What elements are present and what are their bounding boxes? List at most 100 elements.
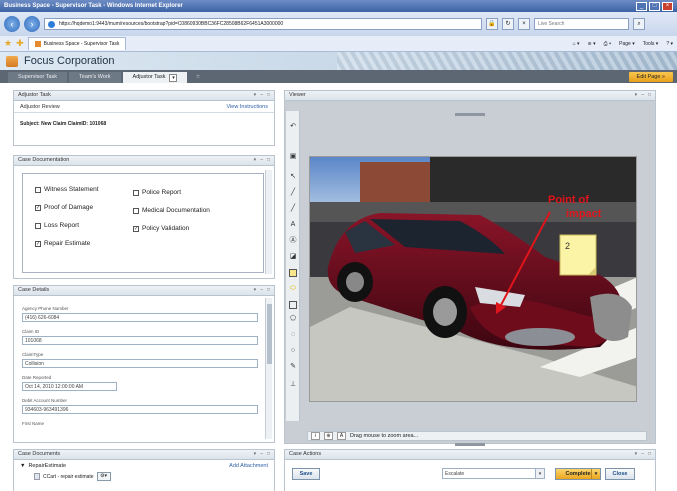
widget-minimize-icon[interactable]: – [260, 450, 263, 459]
escalate-select[interactable]: Escalate ▾ [442, 468, 545, 479]
checkbox[interactable] [133, 207, 139, 214]
tab-teams-work[interactable]: Team's Work [69, 72, 121, 83]
chevron-down-icon[interactable]: ▾ [535, 469, 544, 478]
browser-tab[interactable]: Business Space - Supervisor Task [27, 37, 127, 50]
close-button[interactable]: Close [605, 468, 635, 480]
checkbox-loss-report[interactable]: Loss Report [35, 222, 79, 229]
search-icon[interactable]: ⌕ [633, 18, 645, 30]
checkbox[interactable] [133, 189, 139, 196]
complete-menu-icon[interactable]: ▾ [591, 469, 600, 479]
widget-maximize-icon[interactable]: □ [267, 91, 270, 100]
checkbox[interactable]: ✓ [35, 204, 41, 211]
tab-supervisor-task[interactable]: Supervisor Task [8, 72, 68, 83]
rectangle-icon[interactable] [289, 301, 297, 309]
highlighter-icon[interactable]: ╱ [289, 205, 297, 213]
bottom-splitter[interactable] [455, 443, 485, 446]
sticky-note-icon[interactable]: ◪ [289, 253, 297, 261]
scrollbar[interactable] [265, 298, 272, 439]
feeds-icon[interactable]: ≋ ▾ [588, 41, 596, 47]
document-name[interactable]: CCart - repair estimate [43, 474, 94, 480]
highlight-rect-icon[interactable] [289, 269, 297, 277]
print-icon[interactable]: ⎙ ▾ [604, 41, 612, 47]
help-icon[interactable]: ? ▾ [666, 41, 673, 47]
highlight-ellipse-icon[interactable]: ⬭ [289, 285, 297, 293]
back-icon[interactable]: ‹ [4, 16, 20, 32]
document-options-icon[interactable]: ⚙▾ [96, 472, 111, 481]
forward-icon[interactable]: › [24, 16, 40, 32]
widget-minimize-icon[interactable]: – [260, 286, 263, 295]
text-box-icon[interactable]: Ⓐ [289, 237, 297, 245]
page-menu[interactable]: Page ▾ [619, 41, 635, 47]
view-instructions-link[interactable]: View Instructions [227, 104, 268, 110]
widget-minimize-icon[interactable]: – [260, 91, 263, 100]
widget-maximize-icon[interactable]: □ [267, 156, 270, 165]
scrollbar[interactable] [265, 170, 272, 274]
checkbox[interactable] [35, 186, 41, 193]
checkbox[interactable] [35, 222, 41, 229]
live-search-input[interactable]: Live Search [534, 18, 629, 30]
widget-menu-icon[interactable]: ▾ [635, 450, 638, 459]
stop-icon[interactable]: × [518, 18, 530, 30]
text-icon[interactable]: A [337, 432, 346, 440]
save-annotation-icon[interactable]: ▣ [289, 153, 297, 161]
complete-button[interactable]: Complete ▾ [555, 468, 601, 480]
pen-icon[interactable]: ╱ [289, 189, 297, 197]
close-window-icon[interactable]: × [662, 1, 673, 11]
tools-menu[interactable]: Tools ▾ [643, 41, 659, 47]
tab-menu-icon[interactable]: ▾ [169, 73, 178, 82]
widget-menu-icon[interactable]: ▾ [254, 286, 257, 295]
tab-adjustor-task[interactable]: Adjustor Task ▾ [122, 72, 188, 83]
minimize-icon[interactable]: _ [636, 1, 647, 11]
home-icon[interactable]: ⌂ ▾ [573, 41, 580, 47]
expand-icon[interactable]: ▼ [20, 463, 25, 469]
scrollbar-thumb[interactable] [267, 304, 272, 364]
lock-icon[interactable]: 🔒 [486, 18, 498, 30]
info-icon[interactable]: i [311, 432, 320, 440]
claim-type-input[interactable]: Collision [22, 359, 258, 368]
viewer-canvas[interactable]: ↶ ▣ ↖ ╱ ╱ A Ⓐ ◪ ⬭ ⬠ ◌ ○ ✎ ⊥ Point of imp… [285, 101, 655, 446]
save-button[interactable]: Save [292, 468, 320, 480]
add-favorites-icon[interactable]: ✚ [16, 38, 24, 49]
add-attachment-link[interactable]: Add Attachment [229, 463, 268, 469]
widget-minimize-icon[interactable]: – [260, 156, 263, 165]
refresh-icon[interactable]: ↻ [502, 18, 514, 30]
debit-account-input[interactable]: 934603-963491396 [22, 405, 258, 414]
freehand-icon[interactable]: ✎ [289, 363, 297, 371]
select-pointer-icon[interactable]: ↖ [289, 173, 297, 181]
top-splitter[interactable] [455, 113, 485, 116]
widget-maximize-icon[interactable]: □ [267, 450, 270, 459]
widget-maximize-icon[interactable]: □ [267, 286, 270, 295]
checkbox[interactable]: ✓ [35, 240, 41, 247]
maximize-icon[interactable]: □ [649, 1, 660, 11]
checkbox-proof-of-damage[interactable]: ✓ Proof of Damage [35, 204, 93, 211]
widget-menu-icon[interactable]: ▾ [635, 91, 638, 100]
document-item[interactable]: CCart - repair estimate ⚙▾ [14, 472, 274, 481]
widget-menu-icon[interactable]: ▾ [254, 156, 257, 165]
stamp-icon[interactable]: ⊥ [289, 381, 297, 389]
claim-id-input[interactable]: 101068 [22, 336, 258, 345]
checkbox-police-report[interactable]: Police Report [133, 189, 181, 196]
widget-menu-icon[interactable]: ▾ [254, 91, 257, 100]
text-tool-icon[interactable]: A [289, 221, 297, 229]
widget-maximize-icon[interactable]: □ [648, 450, 651, 459]
date-reported-input[interactable]: Oct 14, 2010 12:00:00 AM [22, 382, 117, 391]
undo-icon[interactable]: ↶ [289, 123, 297, 131]
claim-photo[interactable]: Point of impact 2 [309, 156, 637, 402]
checkbox-repair-estimate[interactable]: ✓ Repair Estimate [35, 240, 90, 247]
checkbox-medical-documentation[interactable]: Medical Documentation [133, 207, 210, 214]
widget-maximize-icon[interactable]: □ [648, 91, 651, 100]
agency-phone-input[interactable]: (416) 626-6084 [22, 313, 258, 322]
arc-icon[interactable]: ◌ [289, 331, 297, 339]
edit-page-button[interactable]: Edit Page » [628, 72, 673, 82]
checkbox-policy-validation[interactable]: ✓ Policy Validation [133, 225, 189, 232]
widget-minimize-icon[interactable]: – [641, 91, 644, 100]
add-tab-icon[interactable]: ☆ [189, 72, 206, 83]
widget-menu-icon[interactable]: ▾ [254, 450, 257, 459]
address-bar[interactable]: https://hqdemo1:9443/mum/resources/boots… [44, 18, 482, 30]
ellipse-icon[interactable]: ○ [289, 347, 297, 355]
widget-minimize-icon[interactable]: – [641, 450, 644, 459]
polygon-icon[interactable]: ⬠ [289, 315, 297, 323]
favorites-star-icon[interactable]: ★ [4, 38, 12, 49]
checkbox-witness-statement[interactable]: Witness Statement [35, 186, 99, 193]
checkbox[interactable]: ✓ [133, 225, 139, 232]
